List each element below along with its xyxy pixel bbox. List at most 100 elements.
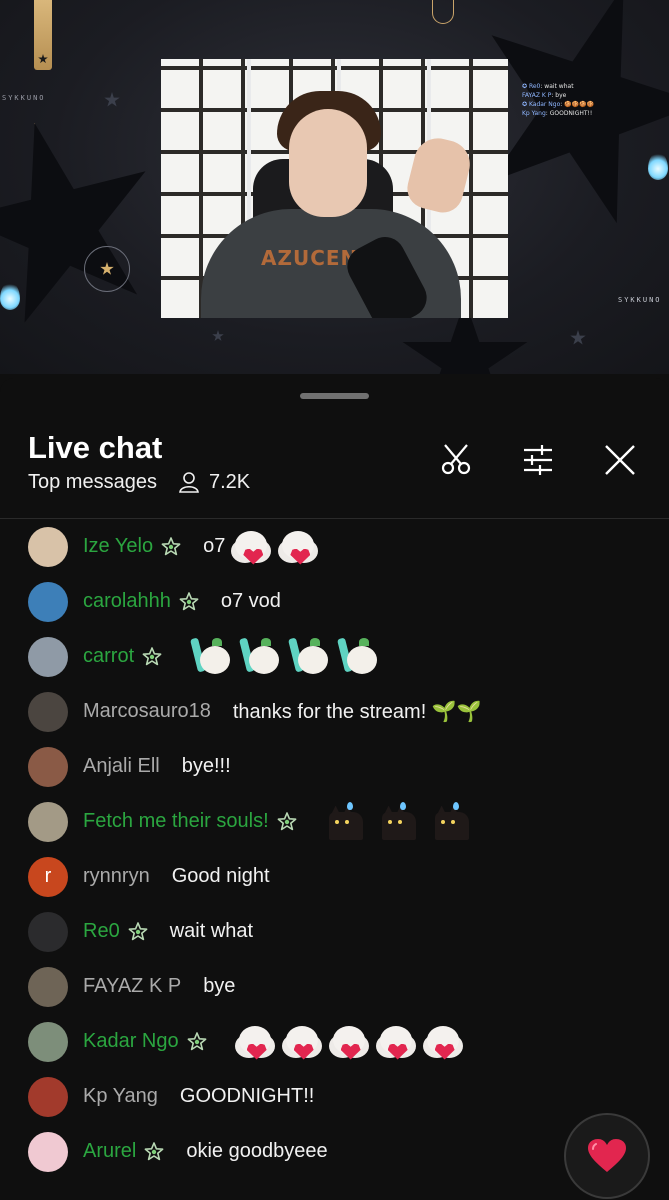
drag-handle[interactable] bbox=[300, 393, 369, 399]
chat-settings-button[interactable] bbox=[518, 440, 558, 480]
star-badge-icon bbox=[161, 536, 181, 557]
sheep-heart-emote bbox=[282, 1022, 322, 1062]
brand-text: SYKKUNO bbox=[618, 296, 662, 304]
avatar[interactable] bbox=[28, 581, 68, 622]
emote-group bbox=[325, 801, 484, 842]
chat-mode-label: Top messages bbox=[28, 470, 157, 493]
star-ring-ornament bbox=[84, 246, 130, 292]
heart-icon bbox=[588, 1139, 626, 1172]
author-name[interactable]: carolahhh bbox=[83, 590, 171, 613]
chat-message[interactable]: Re0 wait what bbox=[0, 904, 669, 959]
black-cat-emote bbox=[378, 801, 418, 842]
chat-message[interactable]: carrot bbox=[0, 629, 669, 684]
star-badge-icon bbox=[142, 646, 162, 667]
avatar[interactable] bbox=[28, 746, 68, 787]
avatar[interactable] bbox=[28, 966, 68, 1007]
message-text: bye!!! bbox=[181, 755, 231, 777]
sheep-heart-emote bbox=[231, 527, 271, 567]
ornament bbox=[432, 0, 454, 24]
avatar[interactable] bbox=[28, 526, 68, 567]
star-badge-icon bbox=[179, 591, 199, 612]
chat-message[interactable]: Anjali Ell bye!!! bbox=[0, 739, 669, 794]
chat-message[interactable]: Kadar Ngo bbox=[0, 1014, 669, 1069]
sliders-icon bbox=[524, 445, 552, 475]
overlay-chat-line: FAYAZ K P: bye bbox=[522, 92, 567, 99]
sheep-heart-emote bbox=[376, 1022, 416, 1062]
blue-flame-icon bbox=[648, 152, 668, 180]
sheep-heart-emote bbox=[278, 527, 318, 567]
emote-group bbox=[190, 636, 386, 678]
chat-title: Live chat bbox=[28, 430, 163, 465]
message-text: bye bbox=[203, 975, 236, 997]
sheep-sword-emote bbox=[337, 636, 379, 678]
clip-button[interactable] bbox=[436, 440, 476, 480]
emote-group bbox=[235, 1022, 470, 1062]
message-text: o7 vod bbox=[220, 590, 281, 612]
sheep-sword-emote bbox=[190, 636, 232, 678]
chat-message[interactable]: FAYAZ K P bye bbox=[0, 959, 669, 1014]
avatar[interactable] bbox=[28, 691, 68, 732]
live-chat-panel: Live chat Top messages 7.2K Ize Yelo o7 … bbox=[0, 378, 669, 1200]
author-name[interactable]: carrot bbox=[83, 645, 134, 668]
small-star-icon bbox=[212, 330, 224, 341]
brand-text: SYKKUNO bbox=[2, 94, 46, 102]
avatar[interactable] bbox=[28, 1076, 68, 1117]
chat-message[interactable]: r rynnryn Good night bbox=[0, 849, 669, 904]
sheep-sword-emote bbox=[288, 636, 330, 678]
message-text: o7 bbox=[203, 535, 226, 557]
black-cat-emote bbox=[431, 801, 471, 842]
author-name[interactable]: Re0 bbox=[83, 920, 120, 943]
emote-group bbox=[231, 527, 325, 567]
viewer-count: 7.2K bbox=[208, 470, 251, 493]
black-cat-emote bbox=[325, 801, 365, 842]
star-badge-icon bbox=[128, 921, 148, 942]
message-text: wait what bbox=[169, 920, 254, 942]
author-name[interactable]: Anjali Ell bbox=[83, 755, 160, 778]
message-text: GOODNIGHT!! bbox=[179, 1085, 315, 1107]
small-star-icon bbox=[104, 92, 120, 107]
star-badge-icon bbox=[144, 1141, 164, 1162]
author-name[interactable]: rynnryn bbox=[83, 865, 150, 888]
scissors-icon bbox=[441, 444, 471, 475]
close-chat-button[interactable] bbox=[600, 440, 640, 480]
stream-player[interactable]: SYKKUNO SYKKUNO AZUCENA ✪ Re0: wait what… bbox=[0, 0, 669, 374]
author-name[interactable]: Fetch me their souls! bbox=[83, 810, 269, 833]
author-name[interactable]: Marcosauro18 bbox=[83, 700, 211, 723]
sheep-heart-emote bbox=[235, 1022, 275, 1062]
close-icon bbox=[605, 445, 635, 475]
author-name[interactable]: FAYAZ K P bbox=[83, 975, 181, 998]
avatar[interactable] bbox=[28, 1131, 68, 1172]
chat-message-list[interactable]: Ize Yelo o7 carolahhh o7 vod carrot Marcosaur… bbox=[0, 519, 669, 1179]
message-text: Good night bbox=[171, 865, 270, 887]
message-text: thanks for the stream! 🌱🌱 bbox=[232, 701, 482, 723]
message-text: okie goodbyeee bbox=[186, 1140, 328, 1162]
overlay-chat-line: ✪ Re0: wait what bbox=[522, 83, 574, 90]
author-name[interactable]: Kadar Ngo bbox=[83, 1030, 179, 1053]
sheep-heart-emote bbox=[329, 1022, 369, 1062]
webcam-feed: AZUCENA bbox=[161, 59, 508, 318]
sheep-sword-emote bbox=[239, 636, 281, 678]
chat-mode-selector[interactable]: Top messages 7.2K bbox=[28, 470, 250, 494]
overlay-chat-line: Kp Yang: GOODNIGHT!! bbox=[522, 110, 593, 117]
chat-message[interactable]: carolahhh o7 vod bbox=[0, 574, 669, 629]
chat-message[interactable]: Marcosauro18 thanks for the stream! 🌱🌱 bbox=[0, 684, 669, 739]
avatar[interactable] bbox=[28, 636, 68, 677]
author-name[interactable]: Ize Yelo bbox=[83, 535, 153, 558]
gold-banner bbox=[34, 0, 52, 70]
avatar[interactable] bbox=[28, 911, 68, 952]
star-badge-icon bbox=[187, 1031, 207, 1052]
chat-message[interactable]: Kp Yang GOODNIGHT!! bbox=[0, 1069, 669, 1124]
avatar[interactable] bbox=[28, 1021, 68, 1062]
avatar[interactable]: r bbox=[28, 856, 68, 897]
avatar-letter: r bbox=[44, 865, 52, 887]
heart-reaction-button[interactable] bbox=[564, 1113, 650, 1199]
chat-message[interactable]: Ize Yelo o7 bbox=[0, 519, 669, 574]
star-badge-icon bbox=[277, 811, 297, 832]
author-name[interactable]: Arurel bbox=[83, 1140, 136, 1163]
chat-message[interactable]: Fetch me their souls! bbox=[0, 794, 669, 849]
decorative-star-shape bbox=[0, 99, 182, 351]
small-star-icon bbox=[570, 330, 586, 345]
stream-overlay-chat: ✪ Re0: wait what FAYAZ K P: bye ✪ Kadar … bbox=[522, 82, 632, 118]
avatar[interactable] bbox=[28, 801, 68, 842]
author-name[interactable]: Kp Yang bbox=[83, 1085, 158, 1108]
